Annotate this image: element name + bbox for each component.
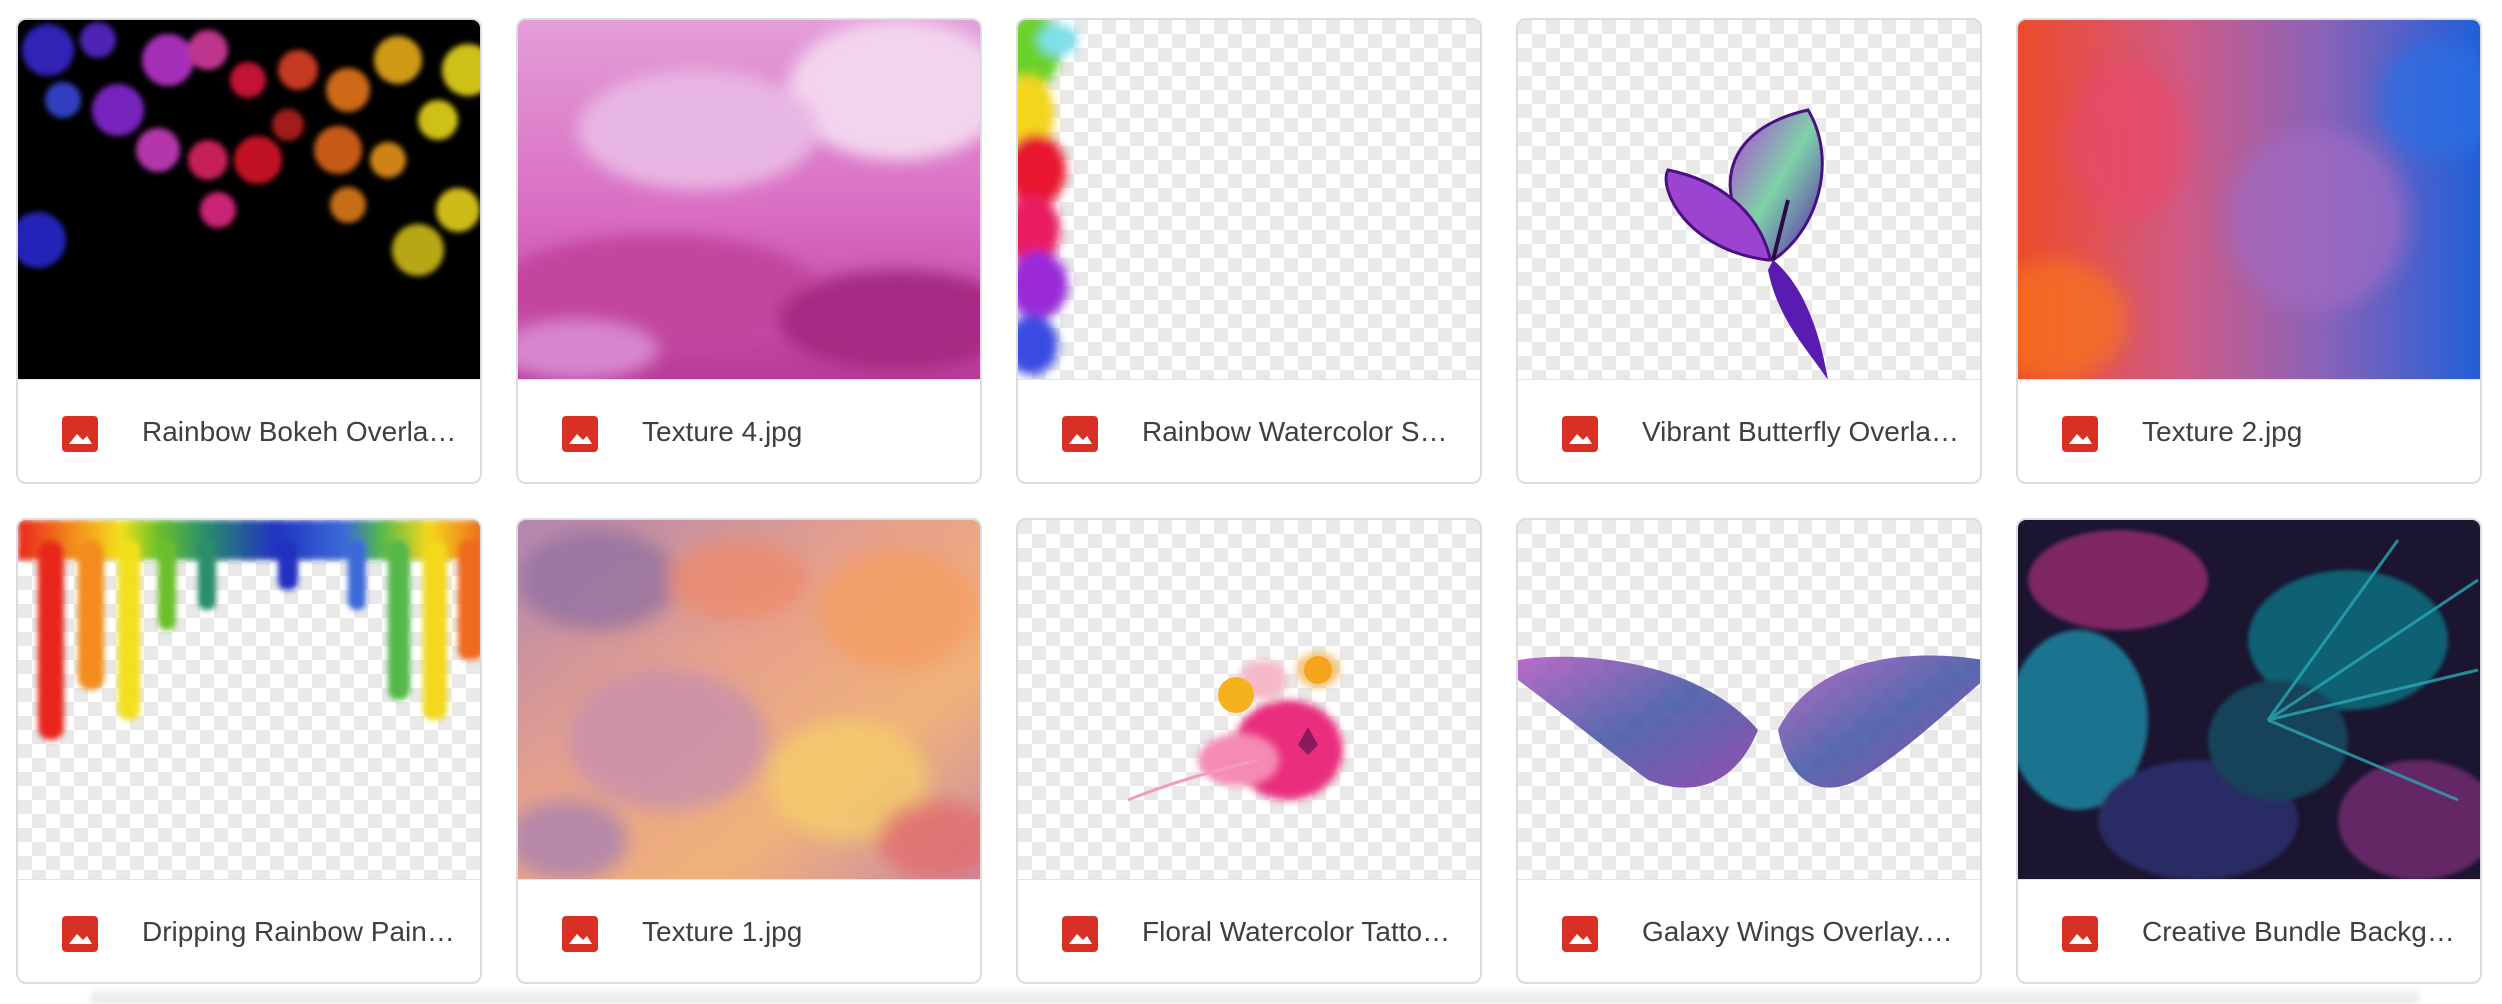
image-file-icon [1562,916,1598,952]
file-thumbnail [1018,520,1480,879]
file-name: Vibrant Butterfly Overlay.png [1642,416,1960,447]
file-card[interactable]: Vibrant Butterfly Overlay.png [1516,18,1982,484]
file-thumbnail [18,520,480,879]
file-name: Rainbow Bokeh Overlay.png [142,416,460,447]
image-file-icon [1062,416,1098,452]
image-file-icon [1562,416,1598,452]
file-card[interactable]: Texture 1.jpg [516,518,982,984]
file-thumbnail [2018,20,2480,379]
file-name: Creative Bundle Background.jpg [2142,916,2460,947]
file-card[interactable]: Rainbow Bokeh Overlay.png [16,18,482,484]
file-name: Rainbow Watercolor Splash.png [1142,416,1460,447]
image-file-icon [2062,416,2098,452]
image-file-icon [62,416,98,452]
file-card[interactable]: Creative Bundle Background.jpg [2016,518,2482,984]
file-card[interactable]: Dripping Rainbow Paint.png [16,518,482,984]
file-footer: Galaxy Wings Overlay.png [1518,879,1980,982]
file-footer: Creative Bundle Background.jpg [2018,879,2480,982]
image-file-icon [1062,916,1098,952]
file-thumbnail [518,520,980,879]
scroll-shadow [90,990,2420,1004]
file-grid: Rainbow Bokeh Overlay.png Texture 4.jpg … [0,0,2502,1004]
file-footer: Floral Watercolor Tattoo.png [1018,879,1480,982]
file-name: Galaxy Wings Overlay.png [1642,916,1960,947]
file-footer: Texture 1.jpg [518,879,980,982]
file-footer: Rainbow Watercolor Splash.png [1018,379,1480,482]
file-thumbnail [2018,520,2480,879]
file-card[interactable]: Galaxy Wings Overlay.png [1516,518,1982,984]
file-card[interactable]: Floral Watercolor Tattoo.png [1016,518,1482,984]
file-footer: Rainbow Bokeh Overlay.png [18,379,480,482]
file-footer: Dripping Rainbow Paint.png [18,879,480,982]
file-card[interactable]: Texture 2.jpg [2016,18,2482,484]
file-card[interactable]: Rainbow Watercolor Splash.png [1016,18,1482,484]
file-thumbnail [1518,520,1980,879]
image-file-icon [562,416,598,452]
file-footer: Texture 4.jpg [518,379,980,482]
file-name: Dripping Rainbow Paint.png [142,916,460,947]
file-thumbnail [1018,20,1480,379]
file-thumbnail [1518,20,1980,379]
file-name: Texture 4.jpg [642,416,803,447]
file-thumbnail [18,20,480,379]
file-name: Texture 2.jpg [2142,416,2303,447]
file-name: Texture 1.jpg [642,916,803,947]
file-footer: Texture 2.jpg [2018,379,2480,482]
file-card[interactable]: Texture 4.jpg [516,18,982,484]
image-file-icon [62,916,98,952]
file-name: Floral Watercolor Tattoo.png [1142,916,1460,947]
file-thumbnail [518,20,980,379]
image-file-icon [562,916,598,952]
file-footer: Vibrant Butterfly Overlay.png [1518,379,1980,482]
image-file-icon [2062,916,2098,952]
